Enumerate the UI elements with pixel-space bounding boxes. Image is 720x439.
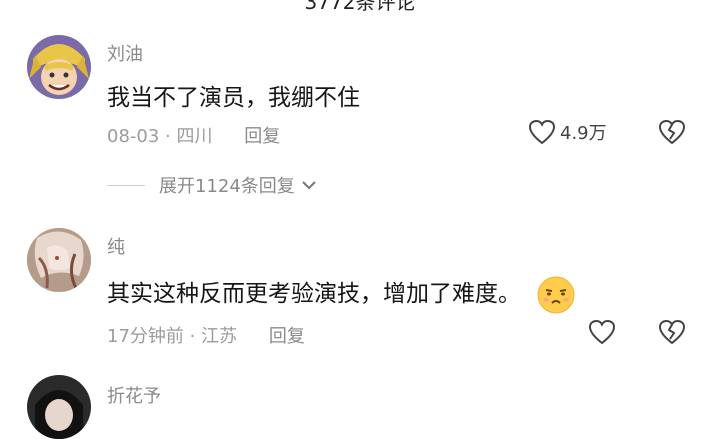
avatar[interactable] bbox=[27, 35, 91, 99]
dislike-button[interactable] bbox=[658, 319, 686, 349]
comment-meta: 17分钟前 · 江苏 回复 bbox=[107, 322, 305, 348]
comment-text: 其实这种反而更考验演技，增加了难度。 bbox=[107, 274, 576, 315]
broken-heart-icon bbox=[658, 119, 686, 145]
comment-date: 17分钟前 bbox=[107, 326, 184, 347]
like-button[interactable]: 4.9万 bbox=[528, 119, 607, 145]
comment-username[interactable]: 折花予 bbox=[107, 382, 161, 408]
comment-count-title: 3772条评论 bbox=[304, 0, 416, 14]
dislike-button[interactable] bbox=[658, 119, 686, 149]
comment-location: 江苏 bbox=[201, 326, 238, 347]
broken-heart-icon bbox=[658, 319, 686, 345]
chevron-down-icon bbox=[302, 181, 316, 190]
avatar[interactable] bbox=[27, 375, 91, 439]
comment-text-content: 其实这种反而更考验演技，增加了难度。 bbox=[107, 281, 521, 307]
comment-meta: 08-03 · 四川 回复 bbox=[107, 122, 280, 148]
comment-username[interactable]: 纯 bbox=[107, 233, 125, 259]
reply-button[interactable]: 回复 bbox=[269, 326, 305, 347]
comment-text: 我当不了演员，我绷不住 bbox=[107, 85, 360, 111]
heart-icon bbox=[588, 319, 616, 345]
like-count: 4.9万 bbox=[560, 123, 607, 144]
meta-separator: · bbox=[165, 126, 171, 147]
reply-button[interactable]: 回复 bbox=[244, 126, 280, 147]
divider-line bbox=[107, 184, 145, 186]
comment-username[interactable]: 刘油 bbox=[107, 40, 143, 66]
smirk-emoji-icon bbox=[536, 275, 576, 315]
comment-date: 08-03 bbox=[107, 126, 160, 147]
heart-icon bbox=[528, 119, 556, 145]
expand-replies-button[interactable]: 展开1124条回复 bbox=[107, 172, 317, 198]
comment-location: 四川 bbox=[176, 126, 213, 147]
like-button[interactable] bbox=[588, 319, 616, 345]
meta-separator: · bbox=[189, 326, 196, 347]
expand-replies-label: 展开1124条回复 bbox=[159, 176, 295, 197]
avatar[interactable] bbox=[27, 228, 91, 292]
